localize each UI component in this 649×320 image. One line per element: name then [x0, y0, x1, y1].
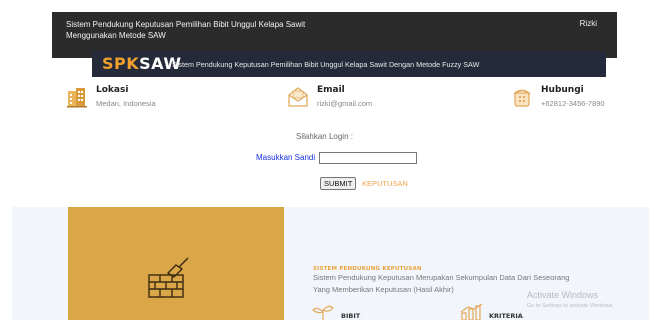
building-icon: [67, 88, 87, 108]
feature-kriteria-label: KRITERIA: [489, 312, 523, 320]
contact-location-value: Medan, Indonesia: [96, 99, 156, 108]
brick-wall-trowel-icon: [148, 257, 189, 298]
password-label: Masukkan Sandi: [256, 153, 316, 162]
phone-icon: [513, 89, 531, 107]
contact-location-label: Lokasi: [96, 85, 129, 95]
brand-bar: SPKSAW Sistem Pendukung Keputusan Pemili…: [92, 51, 606, 77]
feature-bibit[interactable]: BIBIT: [312, 304, 392, 320]
password-input[interactable]: [319, 152, 417, 164]
submit-button[interactable]: SUBMIT: [320, 177, 357, 190]
windows-activation-watermark: Activate Windows: [527, 290, 599, 300]
envelope-icon: [288, 87, 308, 107]
login-title: Silahkan Login :: [296, 132, 353, 141]
contact-phone: Hubungi +62812-3456-7890: [511, 84, 641, 120]
user-name[interactable]: Rizki: [580, 19, 597, 28]
app-title: Sistem Pendukung Keputusan Pemilihan Bib…: [66, 20, 306, 40]
brand-logo[interactable]: SPKSAW: [102, 54, 182, 74]
windows-activation-hint: Go to Settings to activate Windows.: [527, 303, 614, 309]
contact-email: Email rizki@gmail.com: [287, 84, 447, 120]
about-image-panel: [68, 207, 284, 320]
contact-phone-label: Hubungi: [541, 85, 584, 95]
brand-logo-part1: SPK: [102, 54, 140, 73]
contact-location: Lokasi Medan, Indonesia: [66, 84, 226, 120]
contact-email-value[interactable]: rizki@gmail.com: [317, 99, 372, 108]
contact-email-label: Email: [317, 85, 345, 95]
keputusan-link[interactable]: KEPUTUSAN: [362, 179, 408, 188]
contact-phone-value[interactable]: +62812-3456-7890: [541, 99, 605, 108]
seedling-icon: [312, 305, 334, 320]
chart-icon: [460, 304, 483, 320]
brand-subtitle: Sistem Pendukung Keputusan Pemilihan Bib…: [172, 60, 480, 69]
feature-bibit-label: BIBIT: [341, 312, 361, 320]
